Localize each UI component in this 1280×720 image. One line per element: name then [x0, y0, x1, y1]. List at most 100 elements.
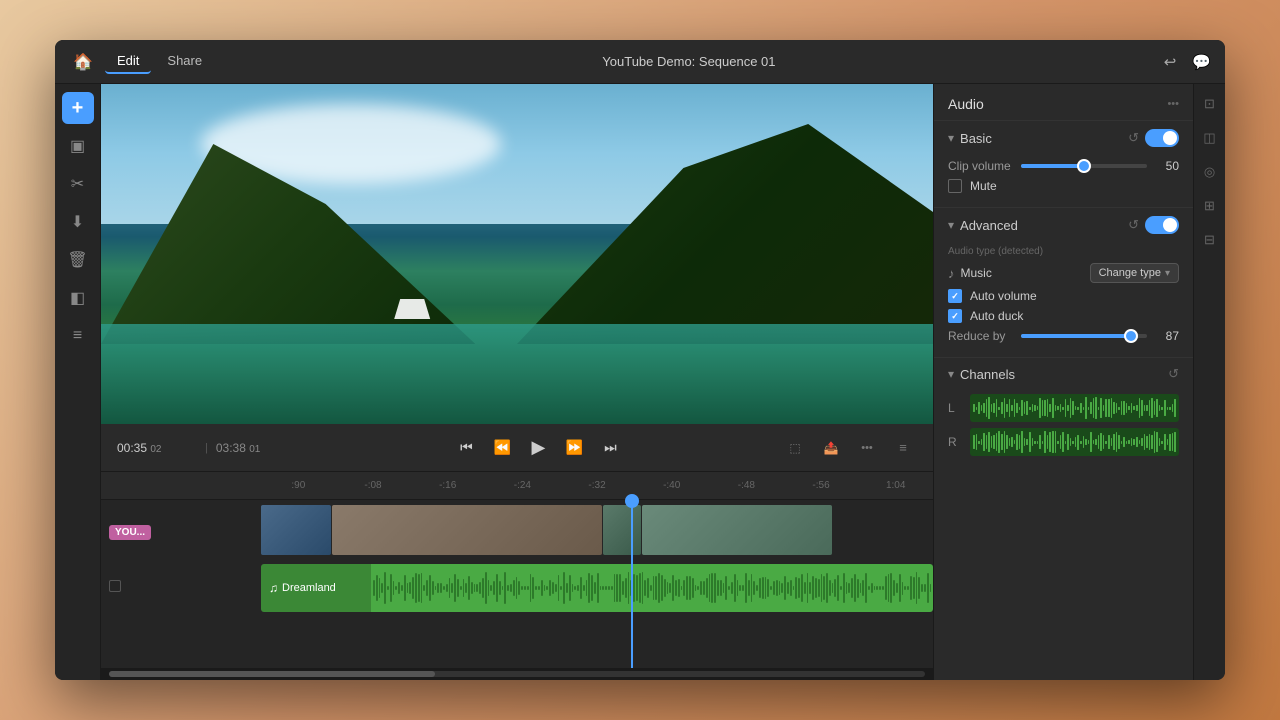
change-type-chevron-icon: ▾	[1165, 268, 1170, 279]
window-title: YouTube Demo: Sequence 01	[214, 54, 1164, 69]
scrollbar-thumb[interactable]	[109, 671, 435, 677]
video-label-tag: YOU...	[109, 525, 151, 540]
reduce-by-row: Reduce by 87	[948, 329, 1179, 343]
channels-chevron-icon[interactable]: ▾	[948, 367, 954, 381]
left-channel-label: L	[948, 401, 962, 415]
reduce-by-label: Reduce by	[948, 329, 1013, 343]
advanced-toggle[interactable]	[1145, 216, 1179, 234]
advanced-reset-icon[interactable]: ↺	[1128, 217, 1139, 233]
reduce-by-slider[interactable]	[1021, 334, 1147, 338]
reduce-by-thumb[interactable]	[1124, 329, 1138, 343]
channels-reset-icon[interactable]: ↺	[1168, 366, 1179, 382]
list-icon[interactable]: ≡	[62, 320, 94, 352]
play-button[interactable]: ▶	[524, 434, 552, 462]
playhead[interactable]	[631, 500, 633, 668]
clip-volume-thumb[interactable]	[1077, 159, 1091, 173]
basic-section-actions: ↺	[1128, 129, 1179, 147]
basic-toggle-knob	[1163, 131, 1177, 145]
advanced-title-row: ▾ Advanced	[948, 218, 1018, 233]
ruler-mark: -:32	[560, 480, 635, 491]
ruler-mark: :90	[261, 480, 336, 491]
auto-duck-check-icon: ✓	[951, 311, 959, 322]
basic-chevron-icon[interactable]: ▾	[948, 131, 954, 145]
download-icon[interactable]: ⬇	[62, 206, 94, 238]
auto-duck-checkbox[interactable]: ✓	[948, 309, 962, 323]
crop-icon[interactable]: ⊡	[1198, 92, 1222, 116]
skip-to-end-button[interactable]: ⏭	[596, 434, 624, 462]
home-icon[interactable]: 🏠	[69, 48, 97, 76]
right-channel-row: R	[948, 428, 1179, 456]
change-type-button[interactable]: Change type ▾	[1090, 263, 1179, 283]
video-thumbnails	[261, 504, 933, 556]
audio-track-content[interactable]: ♫ Dreamland	[261, 560, 933, 612]
right-panel: Audio ••• ▾ Basic ↺	[933, 84, 1193, 680]
add-button[interactable]: +	[62, 92, 94, 124]
effects-icon[interactable]: ◧	[62, 282, 94, 314]
more-options-icon[interactable]: •••	[853, 434, 881, 462]
advanced-section: ▾ Advanced ↺ Audio type (detected) ♪	[934, 207, 1193, 357]
audio-panel-icon[interactable]: ◫	[1198, 126, 1222, 150]
timeline-area: :90 -:08 -:16 -:24 -:32 -:40 -:48 -:56 1…	[101, 472, 933, 680]
clip-volume-label: Clip volume	[948, 159, 1013, 173]
ruler-mark: -:56	[784, 480, 859, 491]
current-time: 00:35 02	[117, 441, 197, 455]
advanced-section-title: Advanced	[960, 218, 1018, 233]
panel-title: Audio	[948, 96, 984, 112]
app-window: 🏠 Edit Share YouTube Demo: Sequence 01 ↩…	[55, 40, 1225, 680]
auto-volume-row: ✓ Auto volume	[948, 289, 1179, 303]
video-track-content[interactable]	[261, 504, 933, 560]
auto-duck-label: Auto duck	[970, 309, 1023, 323]
basic-section: ▾ Basic ↺ Clip volume	[934, 120, 1193, 207]
left-channel-row: L	[948, 394, 1179, 422]
timeline-scrollbar[interactable]	[101, 668, 933, 680]
panel-header: Audio •••	[934, 84, 1193, 120]
timeline-menu-icon[interactable]: ≡	[889, 434, 917, 462]
ruler-marks: :90 -:08 -:16 -:24 -:32 -:40 -:48 -:56 1…	[261, 480, 933, 491]
auto-volume-check-icon: ✓	[951, 291, 959, 302]
change-type-label: Change type	[1099, 267, 1161, 279]
basic-toggle[interactable]	[1145, 129, 1179, 147]
music-icon: ♪	[948, 266, 955, 281]
delete-icon[interactable]: 🗑	[62, 244, 94, 276]
color-icon[interactable]: ◎	[1198, 160, 1222, 184]
auto-duck-row: ✓ Auto duck	[948, 309, 1179, 323]
clip-volume-slider[interactable]	[1021, 164, 1147, 168]
effects-panel-icon[interactable]: ⊟	[1198, 228, 1222, 252]
music-note-icon: ♫	[269, 581, 278, 595]
top-nav: Edit Share	[105, 49, 214, 74]
mute-row: Mute	[948, 179, 1179, 193]
text-icon[interactable]: ⊞	[1198, 194, 1222, 218]
right-channel-waveform	[970, 428, 1179, 456]
advanced-toggle-knob	[1163, 218, 1177, 232]
skip-to-start-button[interactable]: ⏮	[452, 434, 480, 462]
media-icon[interactable]: ▣	[62, 130, 94, 162]
skip-back-button[interactable]: ⏪	[488, 434, 516, 462]
panel-more-icon[interactable]: •••	[1167, 98, 1179, 110]
reduce-by-fill	[1021, 334, 1131, 338]
reduce-by-value: 87	[1155, 329, 1179, 343]
advanced-chevron-icon[interactable]: ▾	[948, 218, 954, 232]
nav-edit[interactable]: Edit	[105, 49, 151, 74]
export-icon[interactable]: 📤	[817, 434, 845, 462]
top-bar-actions: ↩ 💬	[1164, 53, 1211, 71]
fullscreen-icon[interactable]: ⬚	[781, 434, 809, 462]
audio-track-handle	[109, 580, 121, 592]
undo-icon[interactable]: ↩	[1164, 53, 1177, 71]
channels-section-header: ▾ Channels ↺	[948, 366, 1179, 382]
auto-volume-checkbox[interactable]: ✓	[948, 289, 962, 303]
video-thumb-3	[603, 505, 641, 555]
cut-icon[interactable]: ✂	[62, 168, 94, 200]
nav-share[interactable]: Share	[155, 49, 214, 74]
auto-volume-label: Auto volume	[970, 289, 1037, 303]
skip-forward-button[interactable]: ⏩	[560, 434, 588, 462]
basic-reset-icon[interactable]: ↺	[1128, 130, 1139, 146]
clip-volume-value: 50	[1155, 159, 1179, 173]
ruler-mark: -:48	[709, 480, 784, 491]
timeline-ruler: :90 -:08 -:16 -:24 -:32 -:40 -:48 -:56 1…	[101, 472, 933, 500]
comment-icon[interactable]: 💬	[1192, 53, 1211, 71]
ruler-mark: 1:04	[858, 480, 933, 491]
channels-title-row: ▾ Channels	[948, 367, 1015, 382]
mute-checkbox[interactable]	[948, 179, 962, 193]
controls-bar: 00:35 02 | 03:38 01 ⏮ ⏪ ▶ ⏩ ⏭ ⬚ 📤 ••• ≡	[101, 424, 933, 472]
audio-type-detected-label: Audio type (detected)	[948, 246, 1179, 257]
